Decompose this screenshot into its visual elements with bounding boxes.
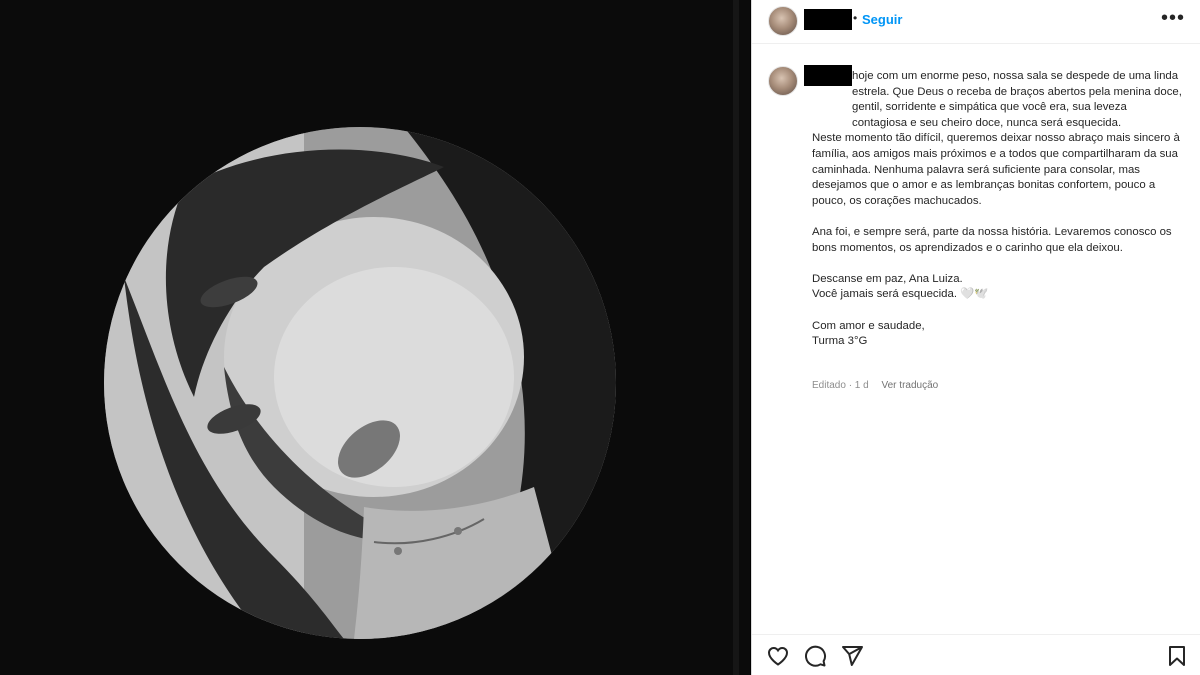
see-translation-link[interactable]: Ver tradução xyxy=(882,380,939,391)
caption-paragraph-1b: Neste momento tão difícil, queremos deix… xyxy=(812,132,1180,207)
caption-paragraph-4a: Com amor e saudade, xyxy=(812,319,925,332)
media-divider xyxy=(733,0,739,675)
more-options-icon[interactable]: ••• xyxy=(1161,8,1185,28)
caption-section: hoje com um enorme peso, nossa sala se d… xyxy=(752,44,1200,634)
post-photo[interactable] xyxy=(104,127,616,639)
caption-paragraph-3b: Você jamais será esquecida. 🤍🕊️ xyxy=(812,288,989,301)
caption-paragraph-2: Ana foi, e sempre será, parte da nossa h… xyxy=(812,225,1172,254)
caption-meta: Editado · 1 d Ver tradução xyxy=(812,380,948,391)
edited-timestamp: Editado · 1 d xyxy=(812,380,869,391)
post-header: • Seguir ••• xyxy=(752,0,1200,44)
comment-icon[interactable] xyxy=(803,644,827,668)
bookmark-icon[interactable] xyxy=(1165,644,1189,668)
follow-button[interactable]: Seguir xyxy=(862,12,902,27)
heart-icon[interactable] xyxy=(766,644,790,668)
caption-paragraph-1: hoje com um enorme peso, nossa sala se d… xyxy=(852,70,1182,129)
redacted-username xyxy=(804,9,852,30)
caption-paragraph-3a: Descanse em paz, Ana Luiza. xyxy=(812,272,963,285)
portrait-illustration xyxy=(104,127,616,639)
caption-paragraph-4b: Turma 3°G xyxy=(812,335,868,348)
post-media-panel xyxy=(0,0,750,675)
post-caption: hoje com um enorme peso, nossa sala se d… xyxy=(812,69,1184,350)
caption-author-avatar[interactable] xyxy=(768,66,798,96)
post-details-panel: • Seguir ••• hoje com um enorme peso, no… xyxy=(751,0,1200,675)
author-avatar[interactable] xyxy=(768,6,798,36)
action-bar xyxy=(752,634,1200,675)
header-separator: • xyxy=(853,11,858,25)
paper-plane-icon[interactable] xyxy=(840,644,864,668)
